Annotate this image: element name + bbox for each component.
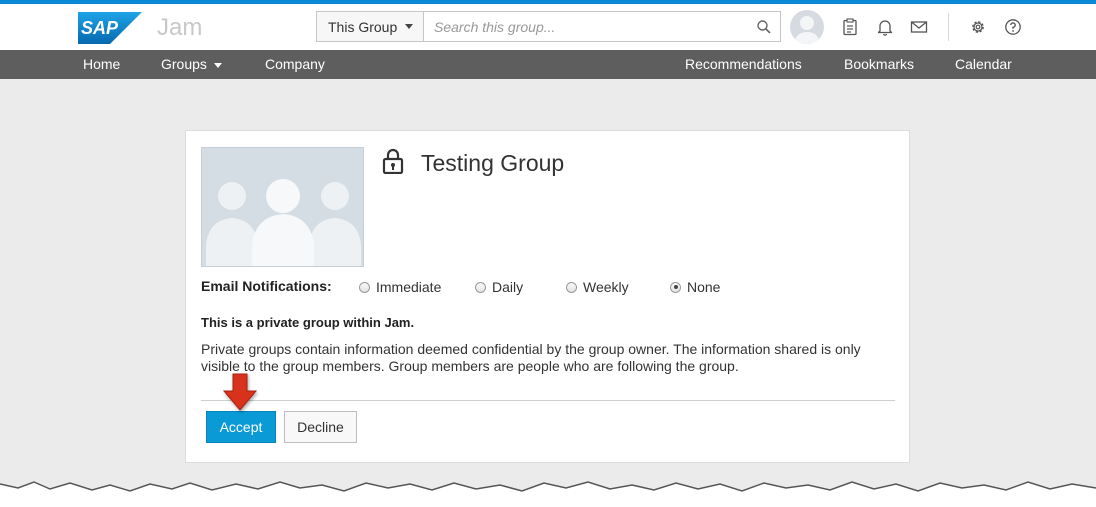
group-placeholder-image xyxy=(201,147,364,267)
decline-button[interactable]: Decline xyxy=(284,411,357,443)
sap-logo[interactable]: SAP xyxy=(78,12,142,44)
gear-icon[interactable] xyxy=(969,18,987,36)
bell-icon[interactable] xyxy=(876,18,894,36)
search-icon[interactable] xyxy=(756,19,772,35)
nav-calendar[interactable]: Calendar xyxy=(955,50,1012,79)
torn-edge-decoration xyxy=(0,481,1096,507)
mail-icon[interactable] xyxy=(910,18,928,36)
private-group-heading: This is a private group within Jam. xyxy=(201,315,415,330)
nav-groups[interactable]: Groups xyxy=(161,50,222,79)
nav-home[interactable]: Home xyxy=(83,50,120,79)
radio-label: None xyxy=(687,279,721,295)
nav-recommendations-label: Recommendations xyxy=(685,56,802,72)
radio-none[interactable]: None xyxy=(670,279,720,295)
search-scope-dropdown[interactable]: This Group xyxy=(316,11,423,42)
search-box xyxy=(423,11,781,42)
search-scope-label: This Group xyxy=(328,18,398,35)
radio-button-selected[interactable] xyxy=(670,281,681,293)
header-divider xyxy=(948,13,949,41)
radio-button[interactable] xyxy=(566,281,577,293)
radio-label: Weekly xyxy=(583,279,629,295)
nav-groups-label: Groups xyxy=(161,56,207,72)
user-silhouette-icon xyxy=(795,16,819,44)
radio-weekly[interactable]: Weekly xyxy=(566,279,629,295)
avatar[interactable] xyxy=(790,10,824,44)
search-input[interactable] xyxy=(424,12,764,41)
private-group-description: Private groups contain information deeme… xyxy=(201,341,861,374)
group-title: Testing Group xyxy=(421,150,565,176)
radio-immediate[interactable]: Immediate xyxy=(359,279,441,295)
tasks-icon[interactable] xyxy=(841,18,859,36)
nav-recommendations[interactable]: Recommendations xyxy=(685,50,802,79)
nav-bookmarks[interactable]: Bookmarks xyxy=(844,50,914,79)
email-notification-options: Email Notifications: Immediate Daily Wee… xyxy=(201,278,901,296)
annotation-arrow-icon xyxy=(222,373,258,411)
nav-company[interactable]: Company xyxy=(265,50,325,79)
radio-label: Immediate xyxy=(376,279,442,295)
chevron-down-icon xyxy=(405,24,414,29)
lock-icon xyxy=(382,148,404,174)
nav-home-label: Home xyxy=(83,56,121,72)
nav-calendar-label: Calendar xyxy=(955,56,1012,72)
main-nav: Home Groups Company Recommendations Book… xyxy=(0,50,1096,79)
email-notifications-label: Email Notifications: xyxy=(201,278,332,294)
logo-text: SAP xyxy=(81,18,119,38)
group-people-icon xyxy=(206,179,361,266)
nav-bookmarks-label: Bookmarks xyxy=(844,56,915,72)
radio-button[interactable] xyxy=(359,281,370,293)
group-invitation-card: Testing Group Email Notifications: Immed… xyxy=(185,130,910,463)
app-name[interactable]: Jam xyxy=(157,14,202,42)
header: SAP Jam This Group xyxy=(0,4,1096,50)
help-icon[interactable] xyxy=(1004,18,1022,36)
radio-button[interactable] xyxy=(475,281,486,293)
chevron-down-icon xyxy=(213,62,222,68)
nav-company-label: Company xyxy=(265,56,325,72)
accept-button[interactable]: Accept xyxy=(206,411,276,443)
radio-daily[interactable]: Daily xyxy=(475,279,523,295)
radio-label: Daily xyxy=(492,279,524,295)
divider xyxy=(201,400,895,401)
